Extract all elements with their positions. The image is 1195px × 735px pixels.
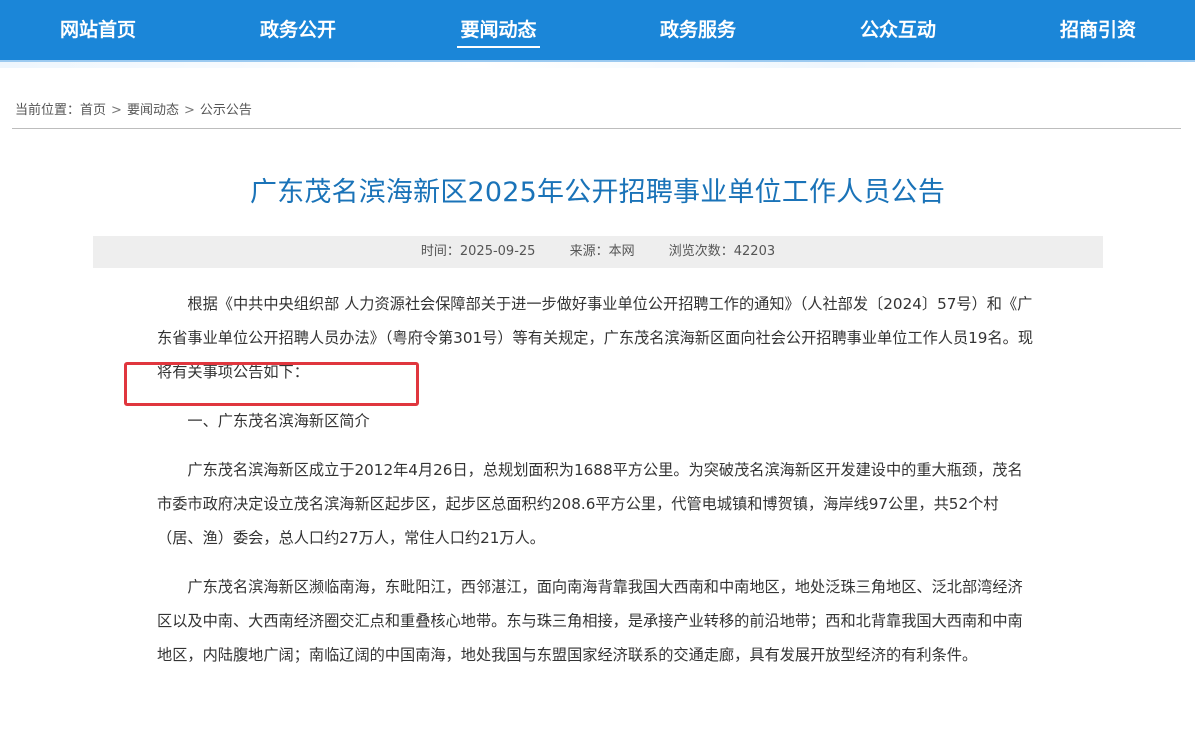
- article-time: 时间：2025-09-25: [420, 244, 536, 259]
- nav-shadow-strip: [0, 62, 1195, 68]
- article-section-heading: 一、广东茂名滨海新区简介: [187, 412, 370, 430]
- breadcrumb-home[interactable]: 首页: [80, 103, 106, 118]
- nav-item-home[interactable]: 网站首页: [58, 0, 138, 60]
- breadcrumb-notices[interactable]: 公示公告: [200, 103, 252, 118]
- article-meta-bar: 时间：2025-09-25 来源：本网 浏览次数：42203: [93, 236, 1103, 268]
- breadcrumb: 当前位置：首页 > 要闻动态 > 公示公告: [15, 99, 252, 118]
- article-title: 广东茂名滨海新区2025年公开招聘事业单位工作人员公告: [249, 177, 946, 208]
- nav-item-investment[interactable]: 招商引资: [1058, 0, 1138, 60]
- nav-item-gov-affairs[interactable]: 政务公开: [258, 0, 338, 60]
- article-body: 根据《中共中央组织部 人力资源社会保障部关于进一步做好事业单位公开招聘工作的通知…: [157, 287, 1035, 687]
- article-paragraph: 广东茂名滨海新区濒临南海，东毗阳江，西邻湛江，面向南海背靠我国大西南和中南地区，…: [157, 578, 1023, 664]
- top-nav: 网站首页 政务公开 要闻动态 政务服务 公众互动 招商引资: [0, 0, 1195, 62]
- article-paragraph: 根据《中共中央组织部 人力资源社会保障部关于进一步做好事业单位公开招聘工作的通知…: [157, 295, 1034, 381]
- article-paragraph: 广东茂名滨海新区成立于2012年4月26日，总规划面积为1688平方公里。为突破…: [157, 461, 1023, 547]
- breadcrumb-prefix: 当前位置：: [15, 103, 81, 118]
- breadcrumb-divider: [12, 128, 1181, 129]
- article-source: 来源：本网: [569, 244, 635, 259]
- nav-item-news[interactable]: 要闻动态: [457, 0, 540, 60]
- breadcrumb-separator: >: [111, 103, 122, 118]
- breadcrumb-news[interactable]: 要闻动态: [127, 103, 179, 118]
- article-views: 浏览次数：42203: [668, 244, 776, 259]
- nav-item-interaction[interactable]: 公众互动: [858, 0, 938, 60]
- nav-item-services[interactable]: 政务服务: [658, 0, 738, 60]
- breadcrumb-separator: >: [183, 103, 195, 118]
